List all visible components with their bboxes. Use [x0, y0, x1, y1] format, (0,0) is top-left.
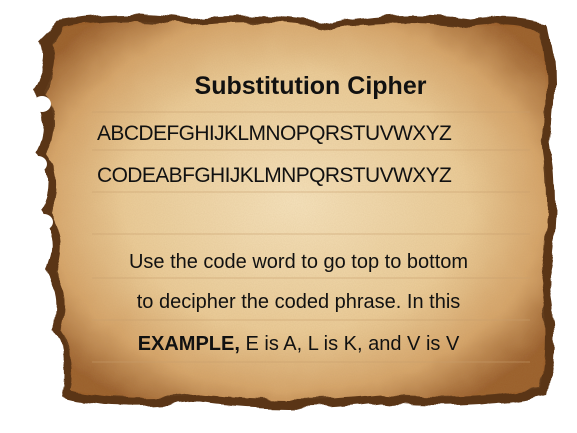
card-text: Substitution Cipher ABCDEFGHIJKLMNOPQRST… — [0, 0, 577, 433]
instruction-line-1: Use the code word to go top to bottom — [128, 251, 469, 273]
card-title: Substitution Cipher — [194, 72, 427, 100]
instruction-line-3: EXAMPLE, E is A, L is K, and V is V — [10, 333, 577, 356]
example-text: E is A, L is K, and V is V — [239, 333, 460, 355]
plain-alphabet: ABCDEFGHIJKLMNOPQRSTUVWXYZ — [97, 122, 452, 145]
cipher-card: Substitution Cipher ABCDEFGHIJKLMNOPQRST… — [0, 0, 577, 433]
instruction-line-2: to decipher the coded phrase. In this — [136, 291, 461, 313]
cipher-alphabet: CODEABFGHIJKLMNPQRSTUVWXYZ — [97, 164, 452, 187]
example-label: EXAMPLE, — [137, 333, 240, 355]
